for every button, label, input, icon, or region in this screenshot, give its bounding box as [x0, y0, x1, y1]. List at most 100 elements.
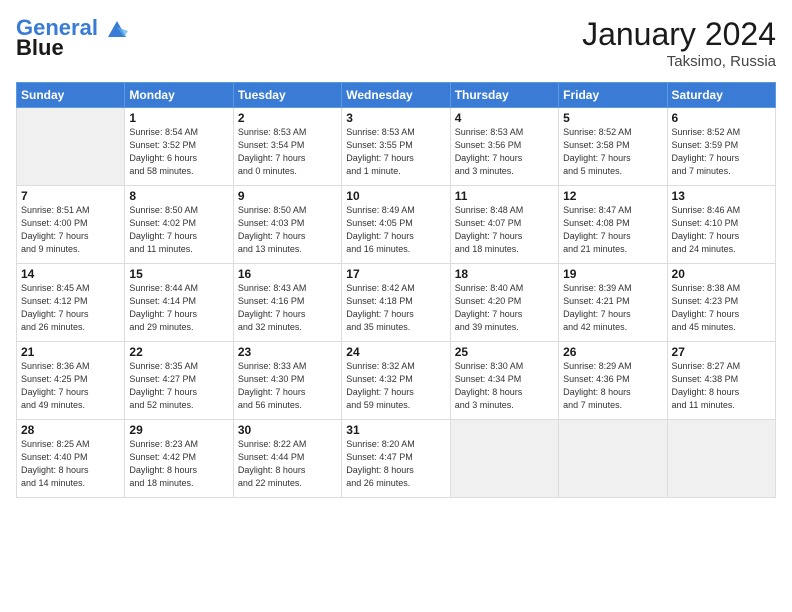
- day-number: 26: [563, 345, 662, 359]
- day-cell: 6Sunrise: 8:52 AM Sunset: 3:59 PM Daylig…: [667, 108, 775, 186]
- day-number: 25: [455, 345, 554, 359]
- month-title: January 2024: [582, 16, 776, 53]
- day-cell: 31Sunrise: 8:20 AM Sunset: 4:47 PM Dayli…: [342, 420, 450, 498]
- day-info: Sunrise: 8:40 AM Sunset: 4:20 PM Dayligh…: [455, 282, 554, 334]
- day-number: 19: [563, 267, 662, 281]
- header: General Blue January 2024 Taksimo, Russi…: [16, 16, 776, 70]
- day-number: 21: [21, 345, 120, 359]
- day-header-sunday: Sunday: [17, 83, 125, 108]
- day-cell: 17Sunrise: 8:42 AM Sunset: 4:18 PM Dayli…: [342, 264, 450, 342]
- day-cell: 23Sunrise: 8:33 AM Sunset: 4:30 PM Dayli…: [233, 342, 341, 420]
- day-number: 3: [346, 111, 445, 125]
- day-cell: [17, 108, 125, 186]
- day-info: Sunrise: 8:50 AM Sunset: 4:03 PM Dayligh…: [238, 204, 337, 256]
- day-cell: 22Sunrise: 8:35 AM Sunset: 4:27 PM Dayli…: [125, 342, 233, 420]
- day-info: Sunrise: 8:22 AM Sunset: 4:44 PM Dayligh…: [238, 438, 337, 490]
- logo: General Blue: [16, 16, 130, 60]
- day-number: 13: [672, 189, 771, 203]
- day-number: 23: [238, 345, 337, 359]
- day-info: Sunrise: 8:42 AM Sunset: 4:18 PM Dayligh…: [346, 282, 445, 334]
- day-info: Sunrise: 8:44 AM Sunset: 4:14 PM Dayligh…: [129, 282, 228, 334]
- day-header-thursday: Thursday: [450, 83, 558, 108]
- day-number: 24: [346, 345, 445, 359]
- day-number: 1: [129, 111, 228, 125]
- day-cell: 18Sunrise: 8:40 AM Sunset: 4:20 PM Dayli…: [450, 264, 558, 342]
- day-info: Sunrise: 8:32 AM Sunset: 4:32 PM Dayligh…: [346, 360, 445, 412]
- day-cell: 3Sunrise: 8:53 AM Sunset: 3:55 PM Daylig…: [342, 108, 450, 186]
- day-info: Sunrise: 8:36 AM Sunset: 4:25 PM Dayligh…: [21, 360, 120, 412]
- day-info: Sunrise: 8:23 AM Sunset: 4:42 PM Dayligh…: [129, 438, 228, 490]
- day-info: Sunrise: 8:33 AM Sunset: 4:30 PM Dayligh…: [238, 360, 337, 412]
- day-number: 10: [346, 189, 445, 203]
- day-number: 29: [129, 423, 228, 437]
- day-cell: 11Sunrise: 8:48 AM Sunset: 4:07 PM Dayli…: [450, 186, 558, 264]
- day-cell: [667, 420, 775, 498]
- day-header-wednesday: Wednesday: [342, 83, 450, 108]
- day-number: 31: [346, 423, 445, 437]
- day-cell: 20Sunrise: 8:38 AM Sunset: 4:23 PM Dayli…: [667, 264, 775, 342]
- day-cell: 24Sunrise: 8:32 AM Sunset: 4:32 PM Dayli…: [342, 342, 450, 420]
- day-info: Sunrise: 8:43 AM Sunset: 4:16 PM Dayligh…: [238, 282, 337, 334]
- day-number: 16: [238, 267, 337, 281]
- day-cell: 9Sunrise: 8:50 AM Sunset: 4:03 PM Daylig…: [233, 186, 341, 264]
- logo-icon: [106, 19, 128, 39]
- week-row-3: 14Sunrise: 8:45 AM Sunset: 4:12 PM Dayli…: [17, 264, 776, 342]
- day-info: Sunrise: 8:52 AM Sunset: 3:59 PM Dayligh…: [672, 126, 771, 178]
- day-cell: [559, 420, 667, 498]
- day-cell: 12Sunrise: 8:47 AM Sunset: 4:08 PM Dayli…: [559, 186, 667, 264]
- day-header-tuesday: Tuesday: [233, 83, 341, 108]
- calendar-table: SundayMondayTuesdayWednesdayThursdayFrid…: [16, 82, 776, 498]
- day-number: 30: [238, 423, 337, 437]
- day-info: Sunrise: 8:45 AM Sunset: 4:12 PM Dayligh…: [21, 282, 120, 334]
- day-cell: 28Sunrise: 8:25 AM Sunset: 4:40 PM Dayli…: [17, 420, 125, 498]
- day-cell: 8Sunrise: 8:50 AM Sunset: 4:02 PM Daylig…: [125, 186, 233, 264]
- day-info: Sunrise: 8:29 AM Sunset: 4:36 PM Dayligh…: [563, 360, 662, 412]
- day-number: 5: [563, 111, 662, 125]
- week-row-2: 7Sunrise: 8:51 AM Sunset: 4:00 PM Daylig…: [17, 186, 776, 264]
- day-number: 4: [455, 111, 554, 125]
- day-info: Sunrise: 8:53 AM Sunset: 3:54 PM Dayligh…: [238, 126, 337, 178]
- day-cell: 14Sunrise: 8:45 AM Sunset: 4:12 PM Dayli…: [17, 264, 125, 342]
- day-cell: [450, 420, 558, 498]
- day-info: Sunrise: 8:50 AM Sunset: 4:02 PM Dayligh…: [129, 204, 228, 256]
- day-number: 27: [672, 345, 771, 359]
- day-info: Sunrise: 8:20 AM Sunset: 4:47 PM Dayligh…: [346, 438, 445, 490]
- day-cell: 7Sunrise: 8:51 AM Sunset: 4:00 PM Daylig…: [17, 186, 125, 264]
- day-info: Sunrise: 8:49 AM Sunset: 4:05 PM Dayligh…: [346, 204, 445, 256]
- day-info: Sunrise: 8:25 AM Sunset: 4:40 PM Dayligh…: [21, 438, 120, 490]
- day-number: 9: [238, 189, 337, 203]
- day-info: Sunrise: 8:53 AM Sunset: 3:55 PM Dayligh…: [346, 126, 445, 178]
- day-header-monday: Monday: [125, 83, 233, 108]
- day-cell: 1Sunrise: 8:54 AM Sunset: 3:52 PM Daylig…: [125, 108, 233, 186]
- day-number: 17: [346, 267, 445, 281]
- day-number: 14: [21, 267, 120, 281]
- title-block: January 2024 Taksimo, Russia: [582, 16, 776, 70]
- day-number: 7: [21, 189, 120, 203]
- day-info: Sunrise: 8:46 AM Sunset: 4:10 PM Dayligh…: [672, 204, 771, 256]
- day-info: Sunrise: 8:39 AM Sunset: 4:21 PM Dayligh…: [563, 282, 662, 334]
- day-cell: 26Sunrise: 8:29 AM Sunset: 4:36 PM Dayli…: [559, 342, 667, 420]
- day-info: Sunrise: 8:30 AM Sunset: 4:34 PM Dayligh…: [455, 360, 554, 412]
- day-info: Sunrise: 8:47 AM Sunset: 4:08 PM Dayligh…: [563, 204, 662, 256]
- day-number: 18: [455, 267, 554, 281]
- day-cell: 15Sunrise: 8:44 AM Sunset: 4:14 PM Dayli…: [125, 264, 233, 342]
- day-info: Sunrise: 8:53 AM Sunset: 3:56 PM Dayligh…: [455, 126, 554, 178]
- day-cell: 13Sunrise: 8:46 AM Sunset: 4:10 PM Dayli…: [667, 186, 775, 264]
- day-number: 22: [129, 345, 228, 359]
- day-info: Sunrise: 8:48 AM Sunset: 4:07 PM Dayligh…: [455, 204, 554, 256]
- day-cell: 10Sunrise: 8:49 AM Sunset: 4:05 PM Dayli…: [342, 186, 450, 264]
- day-info: Sunrise: 8:52 AM Sunset: 3:58 PM Dayligh…: [563, 126, 662, 178]
- day-cell: 5Sunrise: 8:52 AM Sunset: 3:58 PM Daylig…: [559, 108, 667, 186]
- day-cell: 19Sunrise: 8:39 AM Sunset: 4:21 PM Dayli…: [559, 264, 667, 342]
- day-number: 15: [129, 267, 228, 281]
- week-row-5: 28Sunrise: 8:25 AM Sunset: 4:40 PM Dayli…: [17, 420, 776, 498]
- week-row-4: 21Sunrise: 8:36 AM Sunset: 4:25 PM Dayli…: [17, 342, 776, 420]
- day-cell: 29Sunrise: 8:23 AM Sunset: 4:42 PM Dayli…: [125, 420, 233, 498]
- day-header-saturday: Saturday: [667, 83, 775, 108]
- day-cell: 4Sunrise: 8:53 AM Sunset: 3:56 PM Daylig…: [450, 108, 558, 186]
- day-cell: 2Sunrise: 8:53 AM Sunset: 3:54 PM Daylig…: [233, 108, 341, 186]
- location: Taksimo, Russia: [582, 53, 776, 70]
- day-cell: 27Sunrise: 8:27 AM Sunset: 4:38 PM Dayli…: [667, 342, 775, 420]
- day-number: 12: [563, 189, 662, 203]
- day-header-friday: Friday: [559, 83, 667, 108]
